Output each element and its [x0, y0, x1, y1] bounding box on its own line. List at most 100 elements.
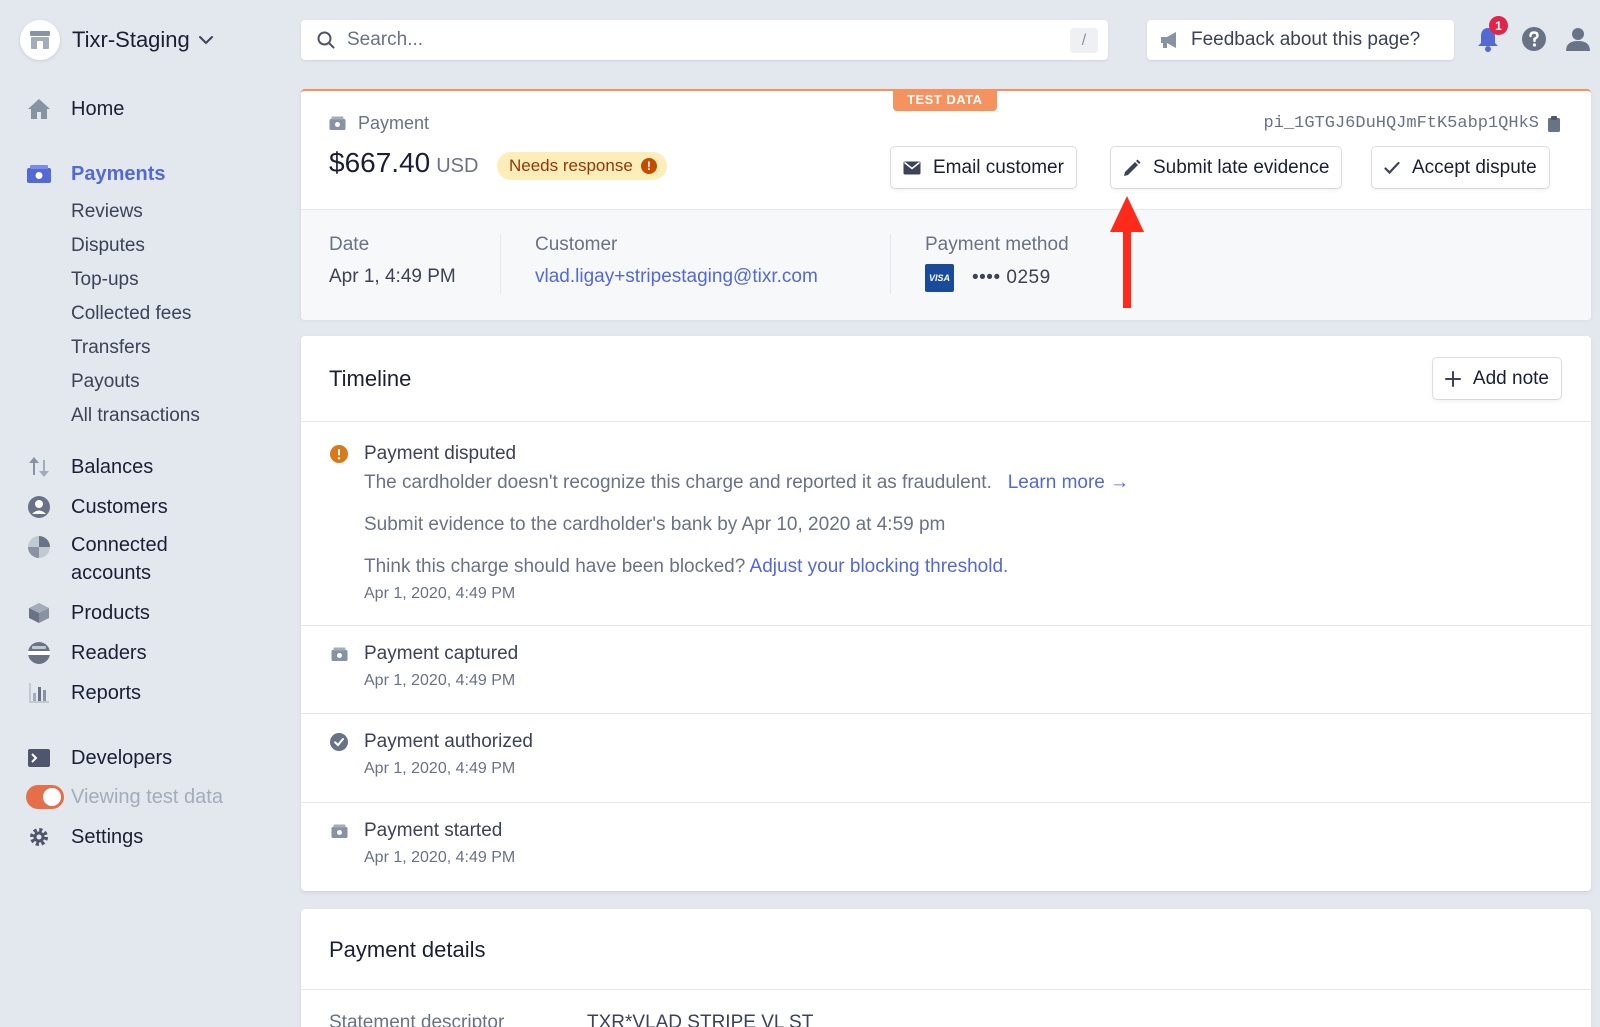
payment-icon: [329, 116, 346, 131]
sidebar-item-home[interactable]: Home: [26, 95, 124, 123]
sidebar-item-label: Payments: [71, 163, 166, 185]
megaphone-icon: [1159, 31, 1181, 49]
sidebar-item-label: Connected accounts: [71, 534, 168, 584]
payment-details-title: Payment details: [329, 937, 486, 962]
account-name: Tixr-Staging: [72, 27, 190, 52]
test-data-toggle[interactable]: Viewing test data: [26, 783, 223, 811]
date-value: Apr 1, 4:49 PM: [329, 266, 456, 287]
sidebar-item-developers[interactable]: Developers: [26, 744, 172, 772]
sidebar-subitem-disputes[interactable]: Disputes: [71, 234, 145, 258]
email-customer-label: Email customer: [933, 156, 1064, 178]
sidebar-item-label: Customers: [71, 496, 168, 518]
date-column: Date Apr 1, 4:49 PM: [329, 234, 456, 288]
timeline-item-body: Payment captured Apr 1, 2020, 4:49 PM: [364, 642, 518, 692]
payment-meta: Date Apr 1, 4:49 PM Customer vlad.ligay+…: [301, 209, 1591, 320]
divider: [301, 625, 1591, 626]
account-switcher[interactable]: Tixr-Staging: [20, 20, 214, 60]
sidebar-item-readers[interactable]: Readers: [26, 639, 147, 667]
customer-icon: [26, 494, 52, 520]
blocking-hint: Think this charge should have been block…: [364, 555, 1129, 579]
terminal-icon: [26, 745, 52, 771]
help-icon[interactable]: [1521, 26, 1547, 57]
search-bar[interactable]: /: [301, 20, 1108, 60]
annotation-arrow-icon: [1110, 196, 1144, 308]
timeline-item-date: Apr 1, 2020, 4:49 PM: [364, 849, 516, 866]
blocking-threshold-link[interactable]: Adjust your blocking threshold.: [750, 556, 1009, 577]
home-icon: [26, 96, 52, 122]
pencil-icon: [1123, 159, 1141, 177]
sidebar-item-products[interactable]: Products: [26, 599, 150, 627]
sidebar-subitem-top-ups[interactable]: Top-ups: [71, 268, 139, 292]
search-input[interactable]: [347, 26, 1037, 54]
sidebar-item-payments[interactable]: Payments: [26, 160, 166, 188]
submit-late-evidence-button[interactable]: Submit late evidence: [1111, 147, 1342, 188]
search-shortcut-hint: /: [1070, 28, 1098, 53]
sidebar-subitem-transfers[interactable]: Transfers: [71, 336, 151, 360]
divider: [890, 234, 891, 294]
email-customer-button[interactable]: Email customer: [891, 147, 1076, 188]
timeline-item-body: Payment disputed The cardholder doesn't …: [364, 442, 1129, 605]
user-avatar-icon[interactable]: [1565, 26, 1591, 57]
payment-amount: $667.40 USD: [329, 147, 478, 179]
sidebar-subitem-payouts[interactable]: Payouts: [71, 370, 140, 394]
sidebar-item-balances[interactable]: Balances: [26, 453, 153, 481]
warning-icon: [329, 444, 349, 464]
sidebar-subitem-reviews[interactable]: Reviews: [71, 200, 143, 224]
gear-icon: [26, 824, 52, 850]
sidebar-item-settings[interactable]: Settings: [26, 823, 143, 851]
payment-id-text: pi_1GTGJ6DuHQJmFtK5abp1QHkS: [1263, 114, 1539, 133]
store-icon: [20, 20, 60, 60]
payment-summary-card: TEST DATA Payment pi_1GTGJ6DuHQJmFtK5abp…: [301, 89, 1591, 320]
divider: [301, 713, 1591, 714]
learn-more-link[interactable]: Learn more →: [1008, 472, 1129, 493]
accept-dispute-button[interactable]: Accept dispute: [1372, 147, 1549, 188]
submit-late-evidence-label: Submit late evidence: [1153, 156, 1330, 178]
payment-id[interactable]: pi_1GTGJ6DuHQJmFtK5abp1QHkS: [1264, 114, 1561, 133]
payments-icon: [26, 161, 52, 187]
plus-icon: [1444, 370, 1461, 387]
timeline-card: Timeline Add note Payment disputed The c…: [301, 336, 1591, 891]
payment-details-card: Payment details Statement descriptor TXR…: [301, 909, 1591, 1027]
envelope-icon: [903, 161, 921, 175]
date-label: Date: [329, 234, 370, 255]
balances-icon: [26, 454, 52, 480]
notification-count-badge: 1: [1489, 16, 1508, 35]
payment-method-value: VISA •••• 0259: [925, 264, 1069, 292]
divider: [301, 989, 1591, 990]
timeline-item-date: Apr 1, 2020, 4:49 PM: [364, 585, 516, 602]
test-data-badge: TEST DATA: [893, 89, 997, 111]
sidebar-item-label: Settings: [71, 826, 144, 848]
sidebar-item-label: Balances: [71, 456, 154, 478]
sidebar-subitem-all-transactions[interactable]: All transactions: [71, 404, 200, 428]
add-note-button[interactable]: Add note: [1432, 358, 1561, 399]
sidebar-item-reports[interactable]: Reports: [26, 679, 141, 707]
statement-descriptor-value: TXR*VLAD STRIPE VL ST: [587, 1012, 814, 1027]
customer-column: Customer vlad.ligay+stripestaging@tixr.c…: [535, 234, 818, 288]
dispute-reason-text: The cardholder doesn't recognize this ch…: [364, 472, 992, 493]
warning-icon: !: [640, 158, 657, 174]
statement-descriptor-label: Statement descriptor: [329, 1012, 505, 1027]
sidebar-item-label: Developers: [71, 747, 173, 769]
sidebar-item-label: Home: [71, 98, 125, 120]
sidebar: Tixr-Staging Home Payments Reviews Dispu…: [0, 0, 290, 1027]
sidebar-item-label: Readers: [71, 642, 147, 664]
sidebar-subitem-collected-fees[interactable]: Collected fees: [71, 302, 191, 326]
bar-chart-icon: [26, 680, 52, 706]
feedback-button[interactable]: Feedback about this page?: [1147, 20, 1454, 60]
timeline-title: Timeline: [329, 366, 412, 391]
customer-label: Customer: [535, 234, 618, 255]
payment-type-label: Payment: [358, 113, 430, 133]
sidebar-item-label: Products: [71, 602, 150, 624]
sidebar-item-connected-accounts[interactable]: Connected accounts: [26, 533, 168, 584]
divider: [301, 421, 1591, 422]
dispute-description: The cardholder doesn't recognize this ch…: [364, 471, 1129, 495]
sidebar-item-customers[interactable]: Customers: [26, 493, 168, 521]
toggle-switch[interactable]: [26, 785, 64, 809]
customer-email-link[interactable]: vlad.ligay+stripestaging@tixr.com: [535, 266, 818, 288]
search-icon: [317, 31, 335, 54]
reader-icon: [26, 640, 52, 666]
connected-accounts-icon: [26, 534, 52, 560]
amount-currency: USD: [436, 155, 479, 177]
clipboard-icon[interactable]: [1547, 115, 1561, 133]
divider: [301, 802, 1591, 803]
